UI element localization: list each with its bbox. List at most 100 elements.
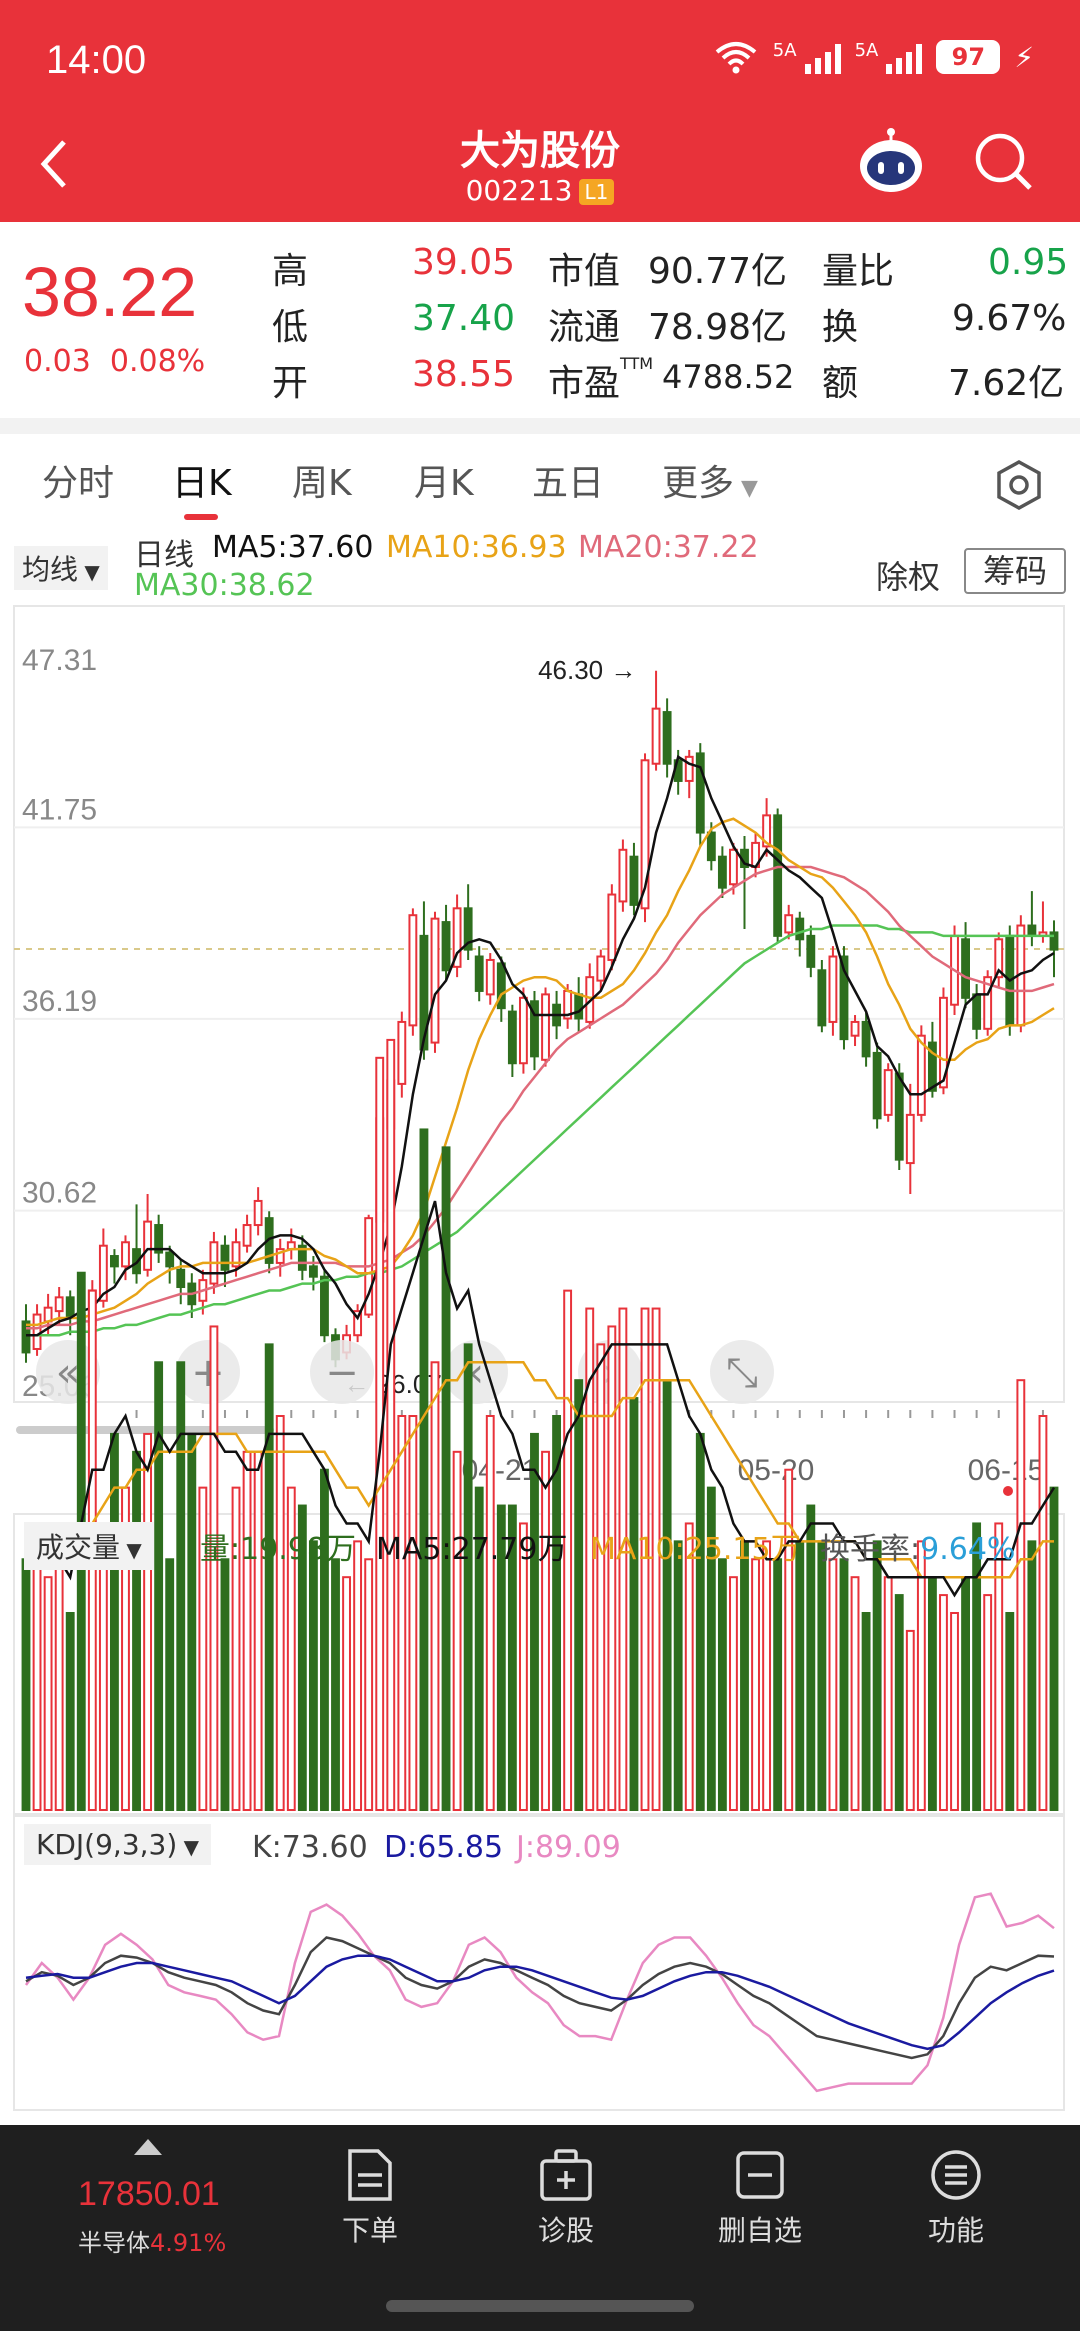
candle-body — [883, 1069, 893, 1116]
tab-intraday[interactable]: 分时 — [42, 454, 114, 506]
turnover-value: 9.67% — [952, 298, 1067, 339]
volume-bar — [596, 1343, 606, 1811]
volume-bar — [872, 1540, 882, 1811]
volume-ratio-value: 0.95 — [988, 242, 1069, 283]
chip-distribution-button[interactable]: 筹码 — [964, 548, 1066, 594]
volume-bar — [574, 1379, 584, 1811]
ma-legend: 均线 ▼ 日线 MA5:37.60 MA10:36.93 MA20:37.22 … — [0, 528, 1080, 608]
volume-bar — [950, 1612, 959, 1811]
candle-body — [828, 955, 838, 1023]
candle-body — [474, 955, 484, 992]
volume-bar — [1027, 1540, 1037, 1811]
candle-body — [165, 1251, 175, 1268]
candle-body — [972, 993, 982, 1030]
latest-date-dot — [1003, 1486, 1013, 1496]
signal-icon-1: 5A — [773, 40, 841, 74]
robot-assistant-icon[interactable] — [856, 126, 926, 196]
candle-body — [574, 993, 584, 1020]
volume-bar — [452, 1450, 462, 1811]
tab-more[interactable]: 更多 ▼ — [662, 454, 758, 506]
zoom-out-glyph: − — [325, 1350, 359, 1396]
volume-legend: 成交量 ▼ 量:19.98万 MA5:27.79万 MA10:25.15万 换手… — [0, 1512, 1080, 1572]
mcap-label: 市值 — [548, 251, 621, 292]
high-label: 高 — [272, 251, 309, 292]
candle-body — [253, 1199, 263, 1227]
zoom-in-glyph: + — [191, 1350, 225, 1396]
volume-bar — [253, 1450, 263, 1811]
volume-select[interactable]: 成交量 ▼ — [24, 1522, 154, 1570]
max-price-annotation: 46.30 → — [538, 655, 636, 685]
low-label: 低 — [272, 307, 309, 348]
candle-body — [242, 1224, 252, 1247]
candle-body — [441, 921, 451, 972]
kdj-j-line — [24, 1892, 1055, 2093]
stock-chart[interactable]: 47.3141.7536.1930.6225.0646.30 →← 26.070… — [0, 600, 1080, 2120]
float-label: 流通 — [548, 307, 621, 348]
candle-body — [872, 1051, 882, 1120]
float-value: 78.98亿 — [648, 307, 788, 348]
tab-monthly-k[interactable]: 月K — [414, 454, 474, 506]
indicator-select[interactable]: 均线 ▼ — [14, 546, 108, 590]
status-time: 14:00 — [46, 38, 147, 82]
kdj-j-value: J:89.09 — [516, 1830, 621, 1865]
candle-body — [308, 1265, 318, 1278]
volume-bar — [1005, 1612, 1015, 1811]
kdj-select[interactable]: KDJ(9,3,3) ▼ — [24, 1824, 212, 1865]
tab-daily-k[interactable]: 日K — [172, 454, 232, 506]
volume-bar — [54, 1558, 64, 1811]
candle-body — [651, 707, 661, 765]
candle-body — [518, 996, 528, 1065]
volume-bar — [850, 1576, 860, 1811]
volume-bar — [441, 1146, 451, 1811]
settings-icon[interactable] — [992, 458, 1046, 512]
candle-body — [607, 893, 617, 961]
volume-bar — [21, 1558, 31, 1811]
volume-bar — [729, 1576, 738, 1811]
pe-label: 市盈TTM — [548, 354, 654, 404]
divider — [0, 418, 1080, 434]
volume-ma5: MA5:27.79万 — [376, 1532, 568, 1567]
status-bar: 14:00 5A 5A 97 ⚡ — [0, 0, 1080, 120]
candle-body — [485, 958, 495, 996]
kdj-d-line — [25, 1954, 1055, 2051]
amount-label: 额 — [822, 363, 859, 404]
signal-icon-2: 5A — [855, 40, 923, 74]
app-header: 14:00 5A 5A 97 ⚡ 大为股份 002213 L1 — [0, 0, 1080, 222]
dropdown-icon: ▼ — [177, 1835, 200, 1859]
home-indicator[interactable] — [386, 2300, 694, 2312]
sector-index-value[interactable]: 17850.01 — [78, 2175, 220, 2214]
nav-order[interactable]: 下单 — [300, 2147, 440, 2249]
expand-up-icon[interactable] — [134, 2139, 162, 2155]
charging-icon: ⚡ — [1014, 40, 1034, 74]
y-tick-label: 30.62 — [22, 1177, 97, 1210]
candle-body — [32, 1313, 42, 1350]
volume-bar — [740, 1540, 749, 1811]
nav-diagnose[interactable]: 诊股 — [496, 2147, 636, 2249]
candle-body — [596, 955, 606, 982]
candle-body — [729, 848, 738, 886]
scroll-left-glyph: « — [56, 1350, 80, 1396]
menu-circle-icon — [931, 2150, 981, 2200]
candle-body — [861, 1020, 871, 1058]
volume-bar — [695, 1432, 705, 1812]
candle-body — [541, 993, 550, 1061]
level-badge: L1 — [578, 179, 615, 205]
search-icon[interactable] — [972, 130, 1034, 192]
open-label: 开 — [272, 363, 309, 404]
volume-bar — [762, 1540, 772, 1811]
volume-bar — [894, 1594, 904, 1811]
ex-rights-button[interactable]: 除权 — [876, 552, 940, 598]
nav-remove-watchlist[interactable]: 删自选 — [690, 2147, 830, 2249]
volume-bar — [817, 1540, 827, 1811]
candle-body — [817, 969, 827, 1027]
volume-bar — [751, 1558, 760, 1811]
tab-five-day[interactable]: 五日 — [532, 454, 604, 506]
tab-weekly-k[interactable]: 周K — [292, 454, 352, 506]
candle-body — [773, 814, 783, 937]
nav-functions[interactable]: 功能 — [886, 2147, 1026, 2249]
volume-bar — [308, 1540, 318, 1811]
volume-bar — [430, 1361, 440, 1811]
candle-body — [706, 831, 716, 862]
candle-body — [662, 711, 672, 765]
volume-bar — [242, 1450, 252, 1811]
